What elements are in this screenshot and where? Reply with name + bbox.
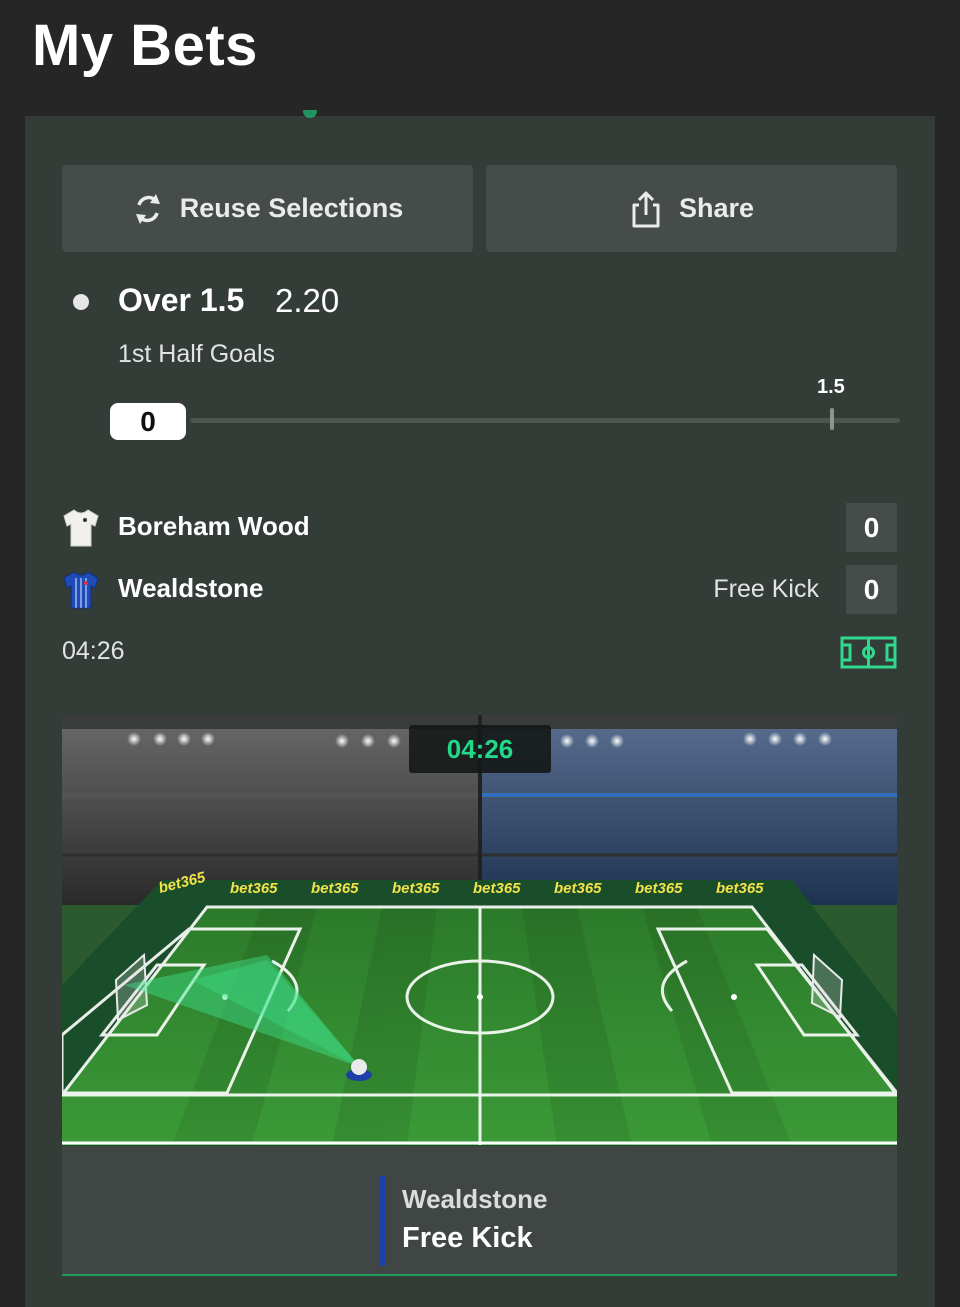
selection-status-dot	[73, 294, 89, 310]
home-score: 0	[846, 503, 897, 552]
selection-market: 1st Half Goals	[118, 340, 276, 368]
visualization-clock: 04:26	[409, 725, 551, 773]
share-button[interactable]: Share	[486, 165, 897, 252]
scroll-indicator	[303, 110, 317, 118]
away-score: 0	[846, 565, 897, 614]
team-row-away: Wealdstone Free Kick 0	[62, 565, 897, 615]
ad-board: bet365	[473, 880, 521, 897]
reuse-selections-button[interactable]: Reuse Selections	[62, 165, 473, 252]
goal-target-label: 1.5	[817, 376, 845, 398]
home-team-name: Boreham Wood	[118, 511, 310, 541]
away-shirt-icon	[63, 571, 99, 609]
goal-target-marker	[830, 408, 834, 430]
event-team: Wealdstone	[402, 1184, 548, 1214]
reuse-selections-label: Reuse Selections	[179, 193, 404, 223]
bet-card: Reuse Selections Share Over 1.5 2.20 1st…	[25, 110, 935, 1307]
app-header: My Bets	[0, 0, 960, 116]
team-color-bar	[380, 1176, 385, 1266]
event-panel: Wealdstone Free Kick	[62, 1146, 897, 1276]
match-clock: 04:26	[62, 637, 125, 665]
away-team-status: Free Kick	[713, 575, 819, 603]
ad-board: bet365	[635, 880, 683, 897]
pitch-icon[interactable]	[840, 636, 897, 669]
share-label: Share	[678, 193, 755, 223]
ad-board: bet365	[716, 880, 764, 897]
selection-name: Over 1.5	[118, 282, 245, 318]
event-type: Free Kick	[402, 1222, 533, 1254]
ad-board: bet365	[554, 880, 602, 897]
home-shirt-icon	[63, 509, 99, 547]
away-team-name: Wealdstone	[118, 573, 264, 603]
refresh-icon	[135, 193, 160, 224]
ad-board: bet365	[230, 880, 278, 897]
ad-board: bet365	[311, 880, 359, 897]
share-icon	[632, 191, 660, 227]
goal-count-pill: 0	[110, 403, 186, 440]
ad-board: bet365	[392, 880, 440, 897]
goal-progress-track	[190, 418, 900, 423]
selection-odds: 2.20	[275, 282, 340, 319]
page-title: My Bets	[32, 13, 258, 78]
team-row-home: Boreham Wood 0	[62, 503, 897, 553]
